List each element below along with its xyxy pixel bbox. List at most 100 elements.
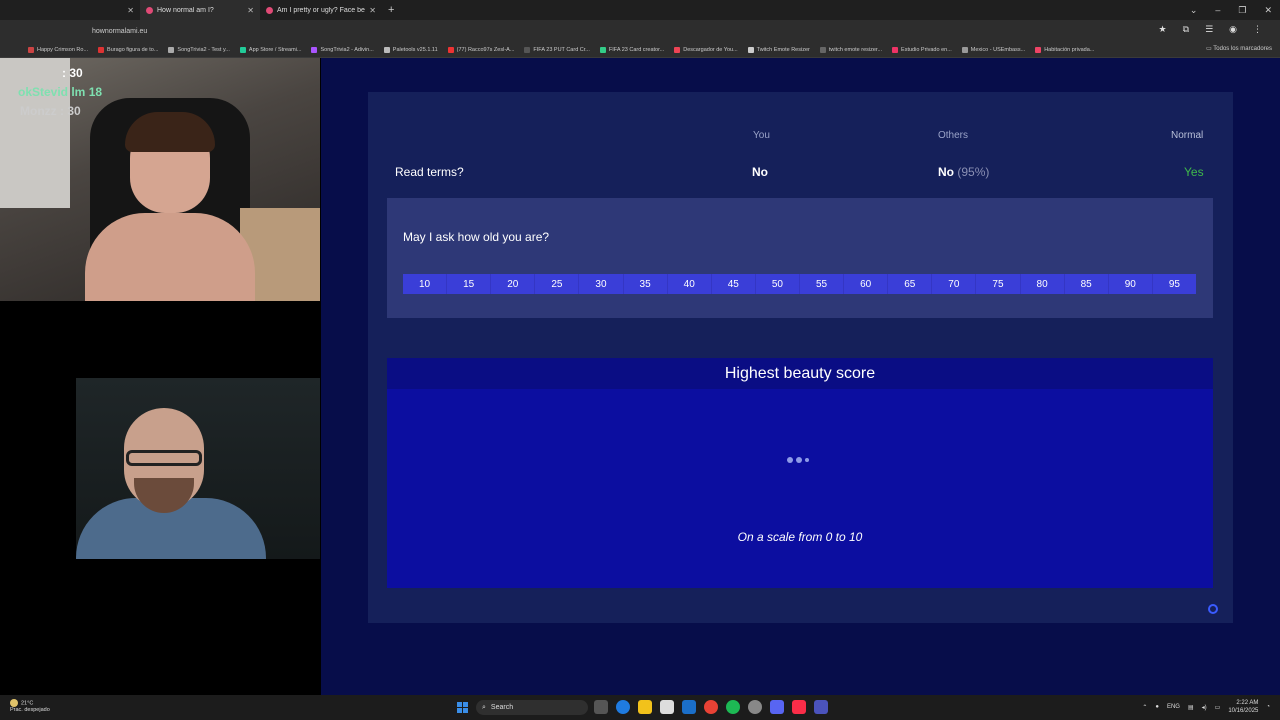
bookmark[interactable]: Happy Crimson Ro... [28,46,88,53]
age-option[interactable]: 50 [756,274,800,294]
bookmark[interactable]: SongTrivia2 - Test y... [168,46,230,53]
row-question: Read terms? [395,165,464,179]
new-tab-button[interactable]: + [388,4,394,16]
age-option[interactable]: 40 [668,274,712,294]
spotify-icon[interactable] [726,700,740,714]
web-page: You Others Normal Read terms? No No (95%… [321,58,1280,695]
tab-how-normal[interactable]: How normal am I? ✕ [140,0,260,20]
bookmark-icon [1035,46,1042,53]
close-icon[interactable]: ✕ [369,6,376,15]
overlay-line-1: : 30 [62,66,83,80]
music-icon[interactable] [792,700,806,714]
age-option[interactable]: 60 [844,274,889,294]
age-option[interactable]: 70 [932,274,977,294]
bookmark[interactable]: FIFA 23 Card creator... [599,46,664,53]
bookmark-icon [239,46,246,53]
bookmarks-folder-label: Todos los marcadores [1213,46,1272,52]
quiz-card: You Others Normal Read terms? No No (95%… [368,92,1233,623]
menu-icon[interactable]: ⋮ [1253,24,1262,35]
bookmark[interactable]: Twitch Emote Resizer [747,46,810,53]
bookmark[interactable]: App Store / Streami... [239,46,301,53]
age-option[interactable]: 20 [491,274,536,294]
url-field[interactable]: hownormalami.eu [92,28,147,35]
bookmark-label: Burago figura de to... [107,46,159,53]
minimize-icon[interactable]: – [1215,5,1220,15]
age-option[interactable]: 55 [800,274,845,294]
weather-widget[interactable]: 21°C Prac. despejado [10,699,50,714]
close-icon[interactable]: ✕ [247,6,254,15]
age-option[interactable]: 85 [1065,274,1109,294]
mic-icon[interactable]: ● [1155,704,1159,710]
teams-icon[interactable] [814,700,828,714]
chevron-down-icon[interactable]: ⌄ [1190,5,1198,16]
volume-icon[interactable]: ◂) [1202,704,1207,711]
streamer-figure [85,112,255,301]
bookmark[interactable]: twitch emote resizer... [819,46,882,53]
beauty-scale-caption: On a scale from 0 to 10 [737,530,863,544]
taskbar: 21°C Prac. despejado ⌕ Search ⌃ ● ENG ▤ … [0,695,1280,720]
bookmark-icon [674,46,681,53]
language-indicator[interactable]: ENG [1167,704,1180,710]
close-icon[interactable]: ✕ [127,6,134,15]
clock[interactable]: 2:22 AM 10/16/2025 [1228,699,1258,715]
file-explorer-icon[interactable] [638,700,652,714]
age-option[interactable]: 45 [712,274,756,294]
tab-label: Am I pretty or ugly? Face beau [277,6,366,14]
address-bar-icons: ★ ⧉ ☰ ◉ ⋮ [1159,24,1262,35]
bookmark-icon [383,46,390,53]
tab-beauty[interactable]: Am I pretty or ugly? Face beau ✕ [260,0,382,20]
age-option[interactable]: 90 [1109,274,1153,294]
weather-icon [10,699,18,707]
star-icon[interactable]: ★ [1159,24,1167,35]
extensions-icon[interactable]: ⧉ [1183,24,1189,35]
age-option[interactable]: 25 [535,274,580,294]
tab-stream[interactable]: ✕ [0,0,140,20]
age-option[interactable]: 95 [1153,274,1196,294]
age-option[interactable]: 75 [976,274,1021,294]
bookmark[interactable]: Habitación privada... [1035,46,1094,53]
windows-logo-tile [463,708,468,713]
start-button[interactable] [457,702,468,713]
task-view-icon[interactable] [594,700,608,714]
all-bookmarks-folder[interactable]: ▭ Todos los marcadores [1206,45,1272,52]
obs-icon[interactable] [748,700,762,714]
bookmark[interactable]: FIFA 23 PUT Card Cr... [524,46,590,53]
profile-icon[interactable]: ◉ [1229,24,1237,35]
maximize-icon[interactable]: ❐ [1238,5,1246,16]
battery-icon[interactable]: ▭ [1215,704,1221,711]
edge-icon[interactable] [616,700,630,714]
bookmark[interactable]: Paletools v25.1.11 [383,46,438,53]
bookmark-label: Twitch Emote Resizer [756,46,810,53]
age-option[interactable]: 65 [888,274,933,294]
row-normal-answer: Yes [1184,165,1204,179]
age-option[interactable]: 10 [403,274,448,294]
outlook-icon[interactable] [682,700,696,714]
age-option[interactable]: 15 [447,274,492,294]
overlay-line-3: Monzz : 30 [20,104,81,118]
spinner-icon [1208,604,1218,614]
sidebar-icon[interactable]: ☰ [1205,24,1213,35]
screen: ✕ How normal am I? ✕ Am I pretty or ugly… [0,0,1280,720]
close-window-icon[interactable]: ✕ [1264,5,1272,16]
site-favicon-icon [266,6,273,14]
age-option[interactable]: 80 [1021,274,1065,294]
bookmark[interactable]: (77) Racco97s Zesl-A... [447,46,514,53]
bookmark[interactable]: Mexico - USEmbass... [961,46,1026,53]
bookmark[interactable]: Estudio Privado en... [892,46,952,53]
site-favicon-icon [146,6,153,14]
network-icon[interactable]: ▤ [1188,704,1194,711]
store-icon[interactable] [660,700,674,714]
weather-desc: Prac. despejado [10,707,50,714]
discord-icon[interactable] [770,700,784,714]
age-option[interactable]: 30 [579,274,624,294]
loading-dots-icon [787,457,809,463]
bookmark-label: Mexico - USEmbass... [970,46,1026,53]
bookmark[interactable]: Burago figura de to... [98,46,159,53]
chevron-up-icon[interactable]: ⌃ [1142,704,1147,711]
bookmark[interactable]: SongTrivia2 - Adivin... [311,46,374,53]
taskbar-search[interactable]: ⌕ Search [476,700,588,715]
chrome-icon[interactable] [704,700,718,714]
age-option[interactable]: 35 [624,274,668,294]
notifications-icon[interactable]: ◔ [1266,704,1270,710]
bookmark[interactable]: Descargador de You... [674,46,738,53]
